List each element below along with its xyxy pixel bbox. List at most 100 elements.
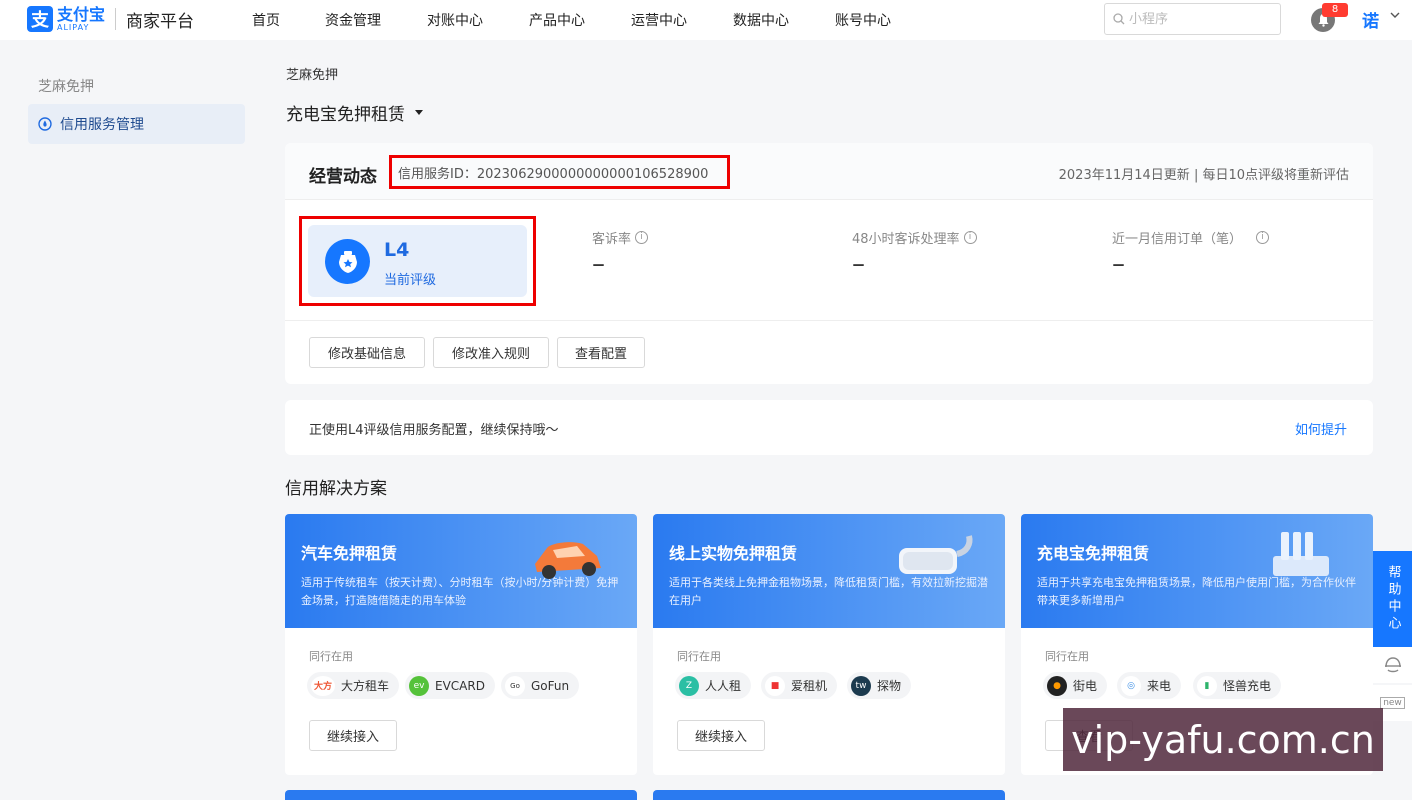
card-banner: 线上实物免押租赁 适用于各类线上免押金租物场景，降低租赁门槛，有效拉新挖掘潜在用… (653, 514, 1005, 628)
credit-service-id-text: 信用服务ID：2023062900000000000106528900 (398, 166, 709, 182)
peer-label: 同行在用 (677, 650, 721, 663)
gofun-logo-icon: Go (505, 675, 525, 696)
solutions-section-title: 信用解决方案 (285, 479, 387, 499)
user-avatar[interactable]: 诺 (1362, 7, 1382, 32)
peer-label: 同行在用 (1045, 650, 1089, 663)
metric-label: 客诉率 i (592, 228, 649, 247)
continue-integration-button[interactable]: 继续接入 (677, 720, 765, 751)
metric-monthly-credit-orders: 近一月信用订单（笔） i – (1112, 228, 1270, 279)
rating-tip-bar: 正使用L4评级信用服务配置，继续保持哦～ 如何提升 (285, 400, 1373, 455)
metric-label-text: 近一月信用订单（笔） (1112, 232, 1243, 247)
edit-access-rules-button[interactable]: 修改准入规则 (433, 337, 549, 368)
credit-icon (38, 117, 52, 131)
search-box[interactable] (1104, 3, 1281, 35)
panel-header: 经营动态 信用服务ID：2023062900000000000106528900… (285, 143, 1373, 200)
help-center-button[interactable]: 帮助中心 (1373, 551, 1412, 647)
solution-card-online-rental: 线上实物免押租赁 适用于各类线上免押金租物场景，降低租赁门槛，有效拉新挖掘潜在用… (653, 514, 1005, 775)
metric-value: – (1112, 249, 1125, 279)
metric-label-text: 48小时客诉处理率 (852, 232, 960, 247)
search-icon (1113, 13, 1125, 25)
sidebar: 芝麻免押 信用服务管理 (0, 40, 260, 800)
peer-chip: Z 人人租 (675, 672, 752, 699)
continue-integration-button[interactable]: 继续接入 (309, 720, 397, 751)
new-label: new (1380, 697, 1405, 709)
guaishou-logo-icon: ▮ (1197, 675, 1217, 696)
metric-value: – (592, 249, 605, 279)
chevron-down-icon[interactable] (1390, 12, 1400, 19)
peer-name: 怪兽充电 (1223, 679, 1272, 693)
nav-item-operations[interactable]: 运营中心 (631, 10, 687, 30)
nav-item-products[interactable]: 产品中心 (529, 10, 585, 30)
notification-count-badge: 8 (1322, 3, 1348, 17)
nav-item-funds[interactable]: 资金管理 (325, 10, 381, 30)
metric-label: 48小时客诉处理率 i (852, 228, 977, 247)
alipay-logo-icon: 支 (27, 6, 53, 32)
info-icon[interactable]: i (963, 231, 977, 244)
laidian-logo-icon: ◎ (1121, 675, 1141, 696)
info-icon[interactable]: i (635, 231, 649, 244)
sidebar-group-title: 芝麻免押 (38, 79, 94, 95)
metric-value: – (852, 249, 865, 279)
search-input[interactable] (1129, 11, 1269, 27)
panel-divider (285, 320, 1373, 321)
peer-name: 人人租 (705, 679, 742, 693)
caret-down-icon (415, 110, 423, 115)
alipay-logo[interactable]: 支 支付宝 ALIPAY 商家平台 (27, 4, 194, 34)
powerbank-illustration-icon (1273, 532, 1329, 576)
sidebar-item-label: 信用服务管理 (60, 117, 144, 133)
aizuji-logo-icon: ■ (765, 675, 785, 696)
peer-chip: ■ 爱租机 (761, 672, 838, 699)
edit-basic-info-button[interactable]: 修改基础信息 (309, 337, 425, 368)
peer-chip: ◎ 来电 (1117, 672, 1182, 699)
nav-item-home[interactable]: 首页 (252, 10, 280, 30)
sidebar-item-credit-service[interactable]: 信用服务管理 (28, 104, 245, 144)
logo-divider (115, 8, 117, 30)
peer-chip: tw 探物 (847, 672, 912, 699)
logo-name-en: ALIPAY (57, 22, 90, 32)
card-title: 充电宝免押租赁 (1037, 544, 1150, 563)
rating-highlight: L4 当前评级 (299, 216, 536, 306)
jiedian-logo-icon: ● (1047, 675, 1067, 696)
solution-card-car-rental: 汽车免押租赁 适用于传统租车（按天计费）、分时租车（按小时/分钟计费）免押金场景… (285, 514, 637, 775)
view-config-button[interactable]: 查看配置 (557, 337, 645, 368)
rating-label: 当前评级 (384, 273, 437, 288)
nav-item-data[interactable]: 数据中心 (733, 10, 789, 30)
card-title: 汽车免押租赁 (301, 544, 398, 563)
peer-name: 来电 (1147, 679, 1172, 693)
peer-name: 探物 (877, 679, 902, 693)
update-note: 2023年11月14日更新 | 每日10点评级将重新评估 (1058, 168, 1349, 183)
peer-name: 大方租车 (341, 679, 390, 693)
peer-chip: ● 街电 (1043, 672, 1108, 699)
breadcrumb: 芝麻免押 (286, 68, 339, 83)
car-illustration-icon (535, 542, 601, 579)
peer-name: 街电 (1073, 679, 1098, 693)
card-banner: 充电宝免押租赁 适用于共享充电宝免押租赁场景，降低用户使用门槛，为合作伙伴带来更… (1021, 514, 1373, 628)
rating-card: L4 当前评级 (308, 225, 527, 297)
info-icon[interactable]: i (1256, 231, 1270, 244)
nav-item-reconciliation[interactable]: 对账中心 (427, 10, 483, 30)
shield-badge-icon (325, 239, 370, 284)
peer-chip: ▮ 怪兽充电 (1193, 672, 1282, 699)
top-nav: 支 支付宝 ALIPAY 商家平台 首页 资金管理 对账中心 产品中心 运营中心… (0, 0, 1412, 40)
tanwu-logo-icon: tw (851, 675, 871, 696)
nav-item-account[interactable]: 账号中心 (835, 10, 891, 30)
card-banner: 汽车免押租赁 适用于传统租车（按天计费）、分时租车（按小时/分钟计费）免押金场景… (285, 514, 637, 628)
scene-selector[interactable]: 充电宝免押租赁 (286, 100, 423, 125)
logo-name-cn: 支付宝 (57, 4, 106, 24)
peer-name: 爱租机 (791, 679, 828, 693)
business-dynamics-panel: 经营动态 信用服务ID：2023062900000000000106528900… (285, 143, 1373, 384)
metric-label-text: 客诉率 (592, 232, 632, 247)
solution-card-partial (653, 790, 1005, 800)
logo-text: 支付宝 ALIPAY (57, 4, 106, 32)
headset-icon (1384, 657, 1401, 673)
metric-48h-handling-rate: 48小时客诉处理率 i – (852, 228, 977, 279)
vr-headset-illustration-icon (899, 535, 973, 574)
platform-name: 商家平台 (126, 11, 195, 32)
tip-text: 正使用L4评级信用服务配置，继续保持哦～ (309, 423, 559, 438)
peer-name: EVCARD (435, 678, 485, 693)
card-title: 线上实物免押租赁 (669, 544, 798, 563)
customer-service-button[interactable] (1373, 647, 1412, 683)
peer-chip: ev EVCARD (405, 672, 495, 699)
how-to-improve-link[interactable]: 如何提升 (1295, 419, 1347, 438)
metric-complaint-rate: 客诉率 i – (592, 228, 649, 279)
